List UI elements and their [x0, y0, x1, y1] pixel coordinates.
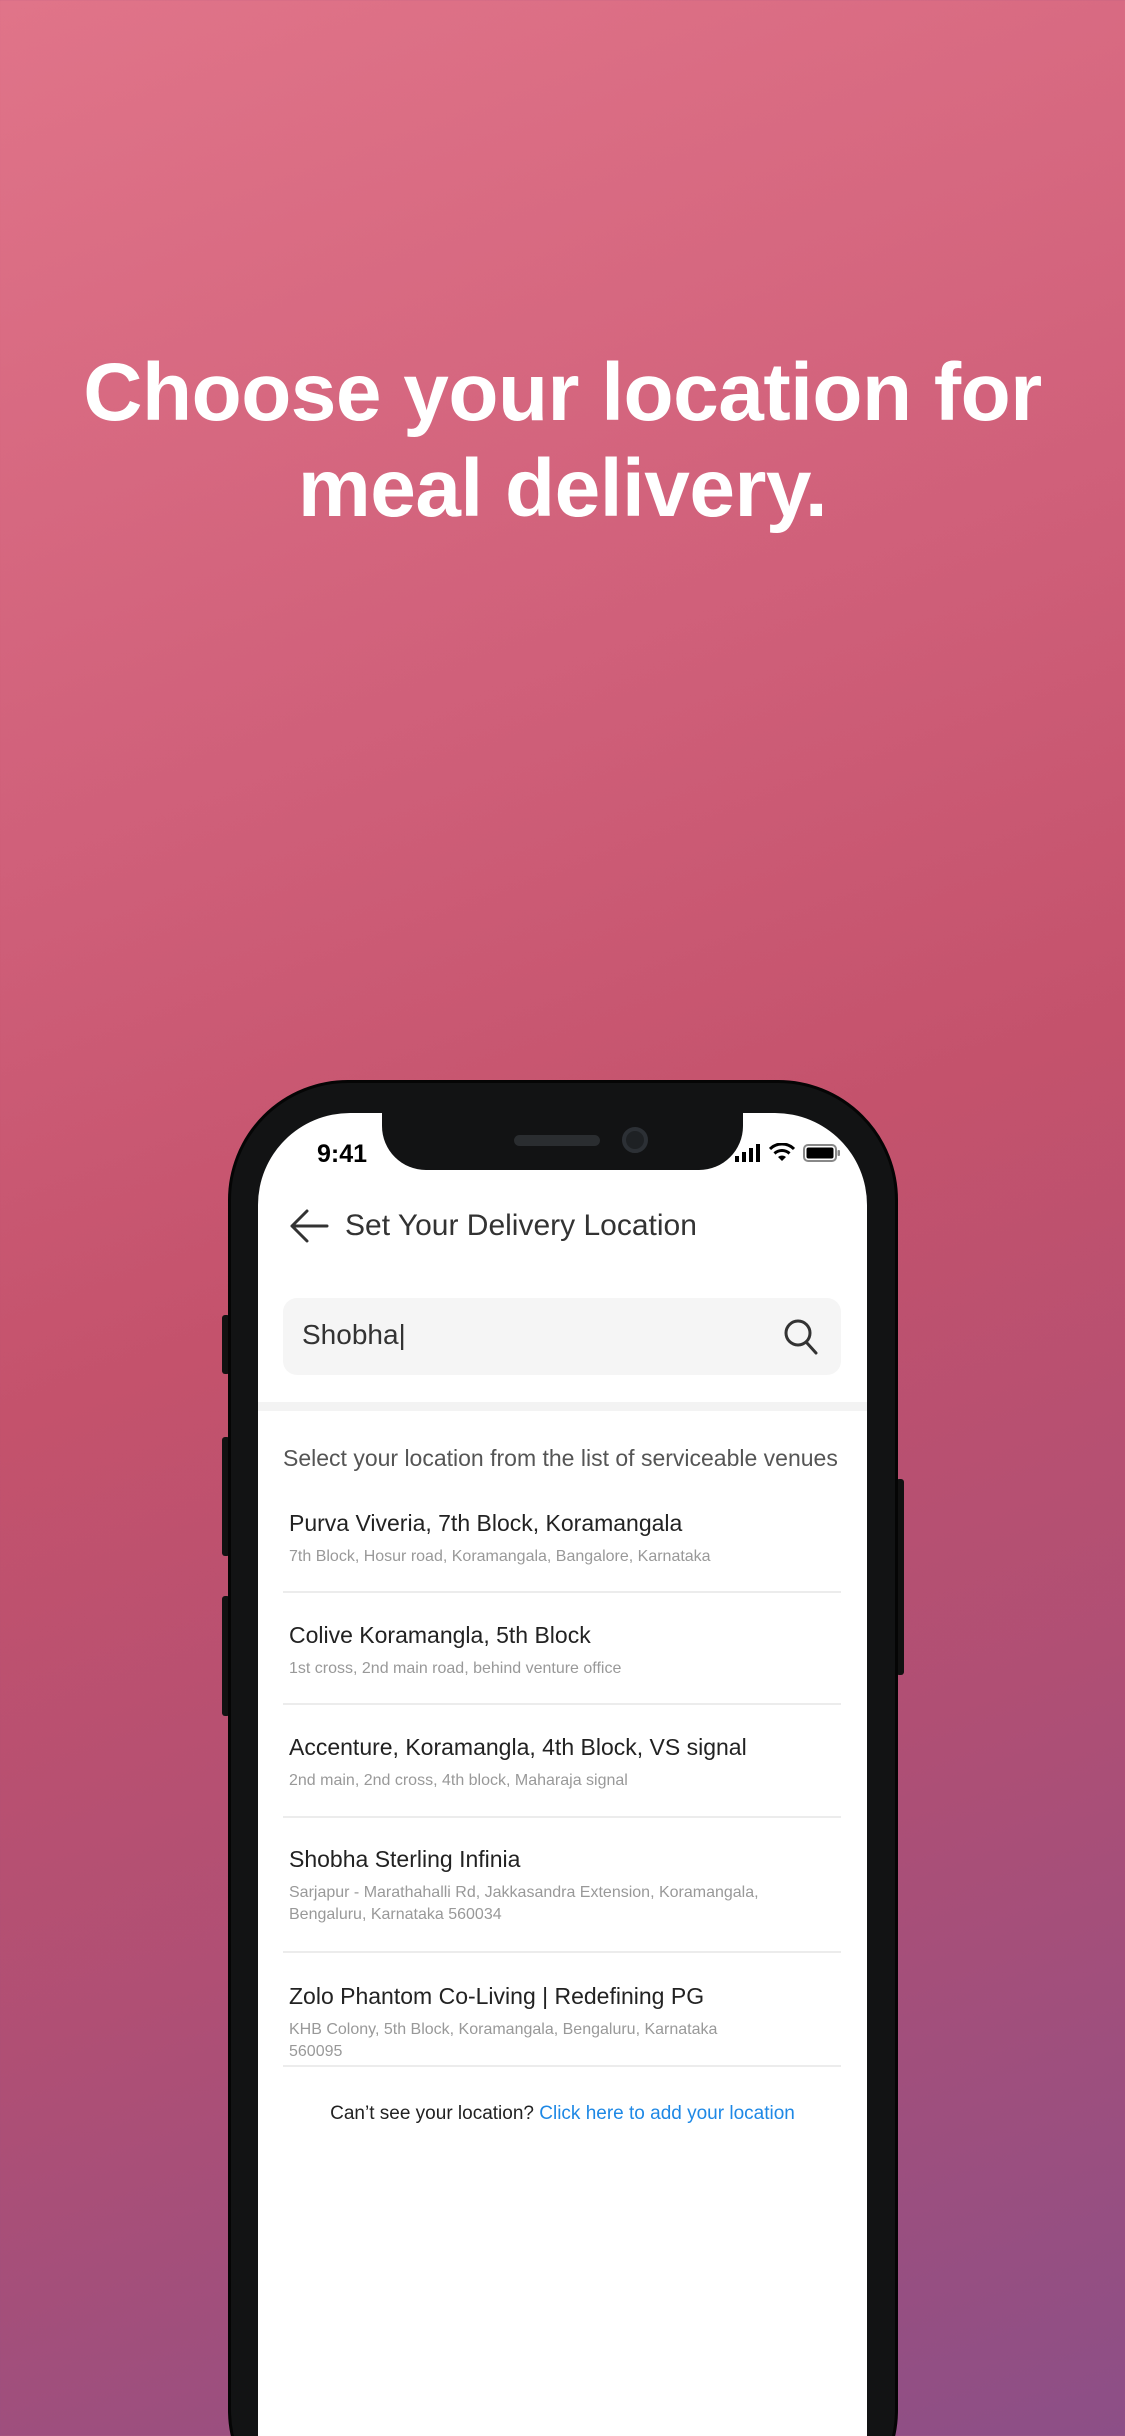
venue-list-item[interactable]: Zolo Phantom Co-Living | Redefining PG K…: [283, 1983, 841, 2067]
add-location-link[interactable]: Click here to add your location: [539, 2103, 795, 2124]
venue-name: Purva Viveria, 7th Block, Koramangala: [289, 1510, 683, 1536]
section-divider: [258, 1402, 867, 1411]
battery-icon: [803, 1143, 840, 1162]
venue-list-item[interactable]: Purva Viveria, 7th Block, Koramangala 7t…: [283, 1510, 841, 1593]
arrow-left-icon[interactable]: [289, 1208, 329, 1244]
speaker: [514, 1135, 600, 1146]
venue-address: Sarjapur - Marathahalli Rd, Jakkasandra …: [289, 1884, 759, 1923]
venue-address: 7th Block, Hosur road, Koramangala, Bang…: [289, 1548, 711, 1565]
instruction-text: Select your location from the list of se…: [283, 1445, 838, 1471]
search-input-value: Shobha|: [302, 1319, 406, 1350]
headline-line-1: Choose your location for: [83, 347, 1042, 438]
camera: [622, 1127, 648, 1153]
headline-line-2: meal delivery.: [297, 443, 828, 534]
page-title: Set Your Delivery Location: [345, 1209, 697, 1242]
search-icon[interactable]: [783, 1318, 819, 1356]
phone-screen: 9:41 Set Your Delivery Location Shobha| …: [258, 1113, 867, 2436]
notch: [382, 1113, 743, 1170]
add-location-prompt: Can’t see your location? Click here to a…: [258, 2103, 867, 2125]
venue-list-item[interactable]: Accenture, Koramangla, 4th Block, VS sig…: [283, 1734, 841, 1818]
venue-name: Zolo Phantom Co-Living | Redefining PG: [289, 1983, 705, 2009]
footer-question: Can’t see your location?: [330, 2103, 540, 2124]
headline: Choose your location for meal delivery.: [0, 345, 1125, 537]
venue-list-item[interactable]: Colive Koramangla, 5th Block 1st cross, …: [283, 1622, 841, 1705]
search-input[interactable]: Shobha|: [283, 1298, 841, 1375]
signal-icon: [735, 1143, 760, 1162]
venue-name: Colive Koramangla, 5th Block: [289, 1622, 591, 1648]
venue-list-item[interactable]: Shobha Sterling Infinia Sarjapur - Marat…: [283, 1846, 841, 1953]
venue-address: KHB Colony, 5th Block, Koramangala, Beng…: [289, 2021, 718, 2060]
venue-address: 1st cross, 2nd main road, behind venture…: [289, 1660, 622, 1677]
header: Set Your Delivery Location: [289, 1208, 697, 1244]
venue-name: Accenture, Koramangla, 4th Block, VS sig…: [289, 1734, 747, 1760]
status-time: 9:41: [317, 1140, 368, 1168]
wifi-icon: [769, 1143, 795, 1161]
venue-address: 2nd main, 2nd cross, 4th block, Maharaja…: [289, 1772, 628, 1789]
venue-name: Shobha Sterling Infinia: [289, 1846, 521, 1872]
status-icons: [735, 1143, 841, 1162]
